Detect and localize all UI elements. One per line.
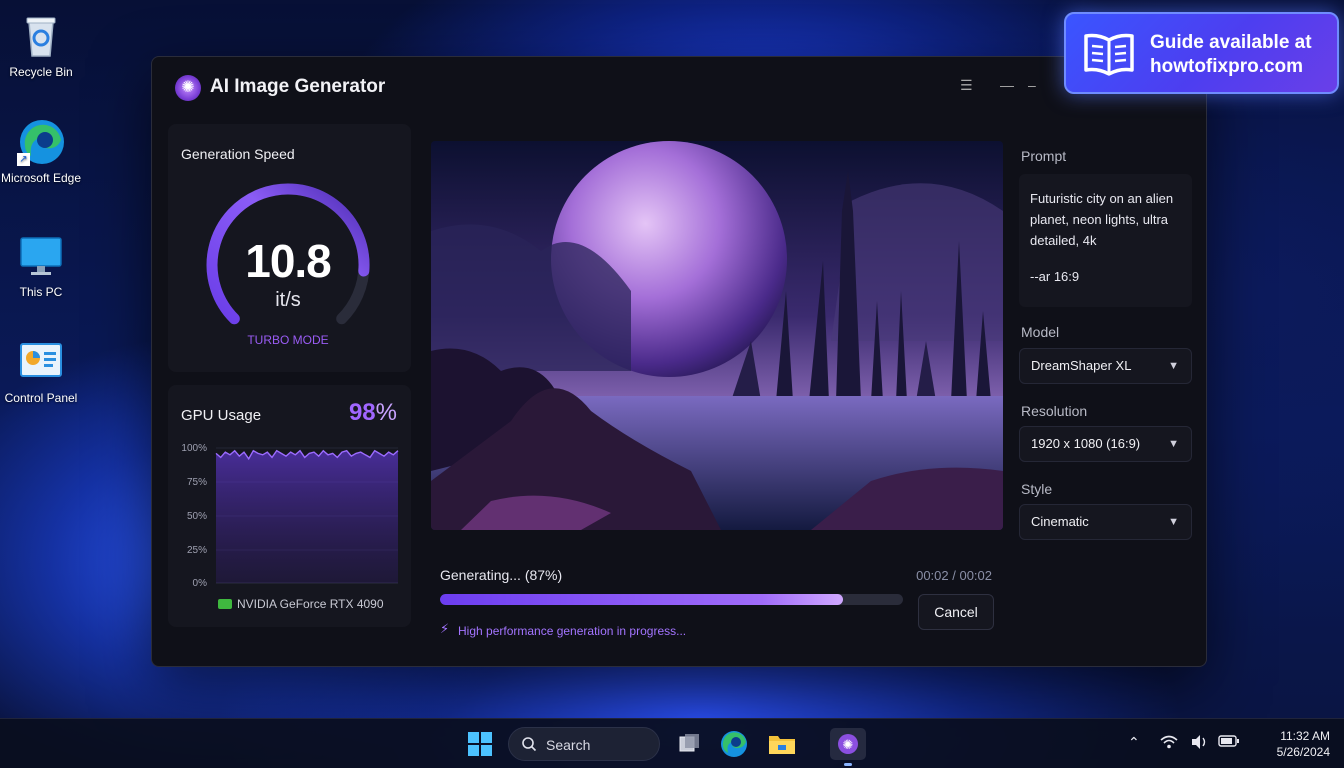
resolution-select[interactable]: 1920 x 1080 (16:9) ▼ — [1019, 426, 1192, 462]
prompt-args: --ar 16:9 — [1030, 269, 1080, 284]
folder-icon — [769, 736, 795, 754]
taskbar-search[interactable]: Search — [508, 727, 660, 761]
speed-value: 10.8 — [245, 235, 332, 287]
edge-taskbar-button[interactable] — [718, 728, 750, 760]
active-app-indicator — [844, 763, 852, 766]
gpu-card: GPU Usage 98% 100% 75% 50% 25% 0% NVIDIA… — [168, 385, 411, 627]
clock-time: 11:32 AM — [1280, 729, 1330, 743]
guide-text: Guide available at howtofixpro.com — [1150, 31, 1312, 79]
edge-icon — [721, 731, 747, 757]
cancel-button[interactable]: Cancel — [918, 594, 994, 630]
app-window: AI Image Generator ☰ — – Generation Spee… — [151, 56, 1207, 667]
resolution-label: Resolution — [1021, 403, 1088, 419]
shortcut-arrow-icon: ↗ — [17, 153, 30, 166]
battery-icon[interactable] — [1218, 734, 1240, 751]
performance-note: High performance generation in progress.… — [458, 624, 687, 638]
desktop-icon-edge[interactable]: ↗ Microsoft Edge — [0, 118, 82, 186]
progress-bar — [440, 594, 903, 605]
guide-line-1: Guide available at — [1150, 32, 1312, 53]
lightning-icon: ⚡ — [440, 621, 450, 636]
model-label: Model — [1021, 324, 1060, 340]
app-title: AI Image Generator — [210, 76, 386, 97]
desktop-icon-label: Microsoft Edge — [0, 171, 82, 185]
taskbar: Search ✺ ⌃ 11:32 AM 5/26/2024 — [0, 718, 1344, 768]
search-label: Search — [546, 737, 591, 753]
windows-icon — [468, 732, 492, 756]
gpu-percent-sign: % — [375, 399, 397, 426]
y-tick-label: 50% — [187, 511, 207, 522]
menu-icon[interactable]: ☰ — [960, 77, 973, 94]
alien-city-artwork — [431, 141, 1003, 530]
gpu-title: GPU Usage — [181, 407, 262, 424]
chevron-down-icon: ▼ — [1168, 438, 1179, 450]
ai-generator-taskbar-button[interactable]: ✺ — [830, 728, 866, 766]
gpu-percent: 98% — [349, 399, 397, 427]
restore-icon[interactable]: – — [1028, 77, 1036, 93]
wifi-icon[interactable] — [1160, 734, 1178, 753]
progress-fill — [440, 594, 843, 605]
svg-text:✺: ✺ — [843, 738, 854, 753]
gpu-usage-chart: 100% 75% 50% 25% 0% — [181, 443, 399, 589]
title-bar[interactable]: AI Image Generator ☰ — – — [152, 57, 1206, 117]
y-tick-label: 75% — [187, 477, 207, 488]
style-label: Style — [1021, 481, 1053, 497]
task-view-icon — [679, 734, 699, 752]
book-icon — [1084, 33, 1134, 76]
gpu-name: NVIDIA GeForce RTX 4090 — [237, 597, 384, 611]
chevron-up-icon[interactable]: ⌃ — [1128, 734, 1140, 751]
resolution-value: 1920 x 1080 (16:9) — [1031, 436, 1141, 451]
prompt-textarea[interactable]: Futuristic city on an alien planet, neon… — [1019, 174, 1192, 307]
desktop-icon-this-pc[interactable]: This PC — [0, 232, 82, 300]
app-logo-icon — [175, 75, 201, 101]
monitor-icon — [17, 232, 65, 280]
nvidia-icon — [218, 599, 232, 609]
model-value: DreamShaper XL — [1031, 358, 1132, 373]
style-select[interactable]: Cinematic ▼ — [1019, 504, 1192, 540]
guide-line-2: howtofixpro.com — [1150, 56, 1304, 77]
generation-status: Generating... (87%) — [440, 567, 563, 583]
clock-date: 5/26/2024 — [1276, 745, 1330, 759]
y-tick-label: 0% — [193, 578, 208, 589]
volume-icon[interactable] — [1190, 734, 1208, 753]
guide-banner[interactable]: Guide available at howtofixpro.com — [1064, 12, 1339, 94]
desktop-icon-label: Recycle Bin — [9, 65, 73, 79]
y-tick-label: 100% — [181, 443, 207, 454]
desktop-icon-recycle-bin[interactable]: Recycle Bin — [0, 12, 82, 80]
system-clock[interactable]: 11:32 AM 5/26/2024 — [1277, 728, 1330, 760]
desktop-icon-label: This PC — [19, 285, 63, 299]
app-logo-icon: ✺ — [838, 734, 858, 754]
file-explorer-button[interactable] — [766, 728, 798, 760]
gpu-usage-area — [216, 450, 398, 583]
edge-icon: ↗ — [17, 118, 65, 166]
prompt-text: Futuristic city on an alien planet, neon… — [1030, 191, 1174, 248]
task-view-button[interactable] — [673, 728, 705, 760]
chevron-down-icon: ▼ — [1168, 360, 1179, 372]
search-icon — [522, 737, 537, 752]
speed-title: Generation Speed — [181, 146, 295, 162]
generated-image[interactable] — [431, 141, 1003, 530]
start-button[interactable] — [464, 728, 496, 760]
control-panel-icon — [17, 338, 65, 386]
prompt-label: Prompt — [1021, 148, 1067, 164]
model-select[interactable]: DreamShaper XL ▼ — [1019, 348, 1192, 384]
desktop-icon-control-panel[interactable]: Control Panel — [0, 338, 82, 406]
speed-card: Generation Speed 10.8 it/s TURBO MODE — [168, 124, 411, 372]
recycle-bin-icon — [17, 12, 65, 60]
turbo-mode-label: TURBO MODE — [247, 333, 329, 347]
generation-time: 00:02 / 00:02 — [916, 568, 992, 583]
gpu-percent-value: 98 — [348, 399, 376, 426]
y-tick-label: 25% — [187, 545, 207, 556]
speed-unit: it/s — [275, 289, 301, 311]
desktop-icon-label: Control Panel — [4, 391, 78, 405]
minimize-icon[interactable]: — — [1000, 77, 1014, 93]
style-value: Cinematic — [1031, 514, 1089, 529]
chevron-down-icon: ▼ — [1168, 516, 1179, 528]
